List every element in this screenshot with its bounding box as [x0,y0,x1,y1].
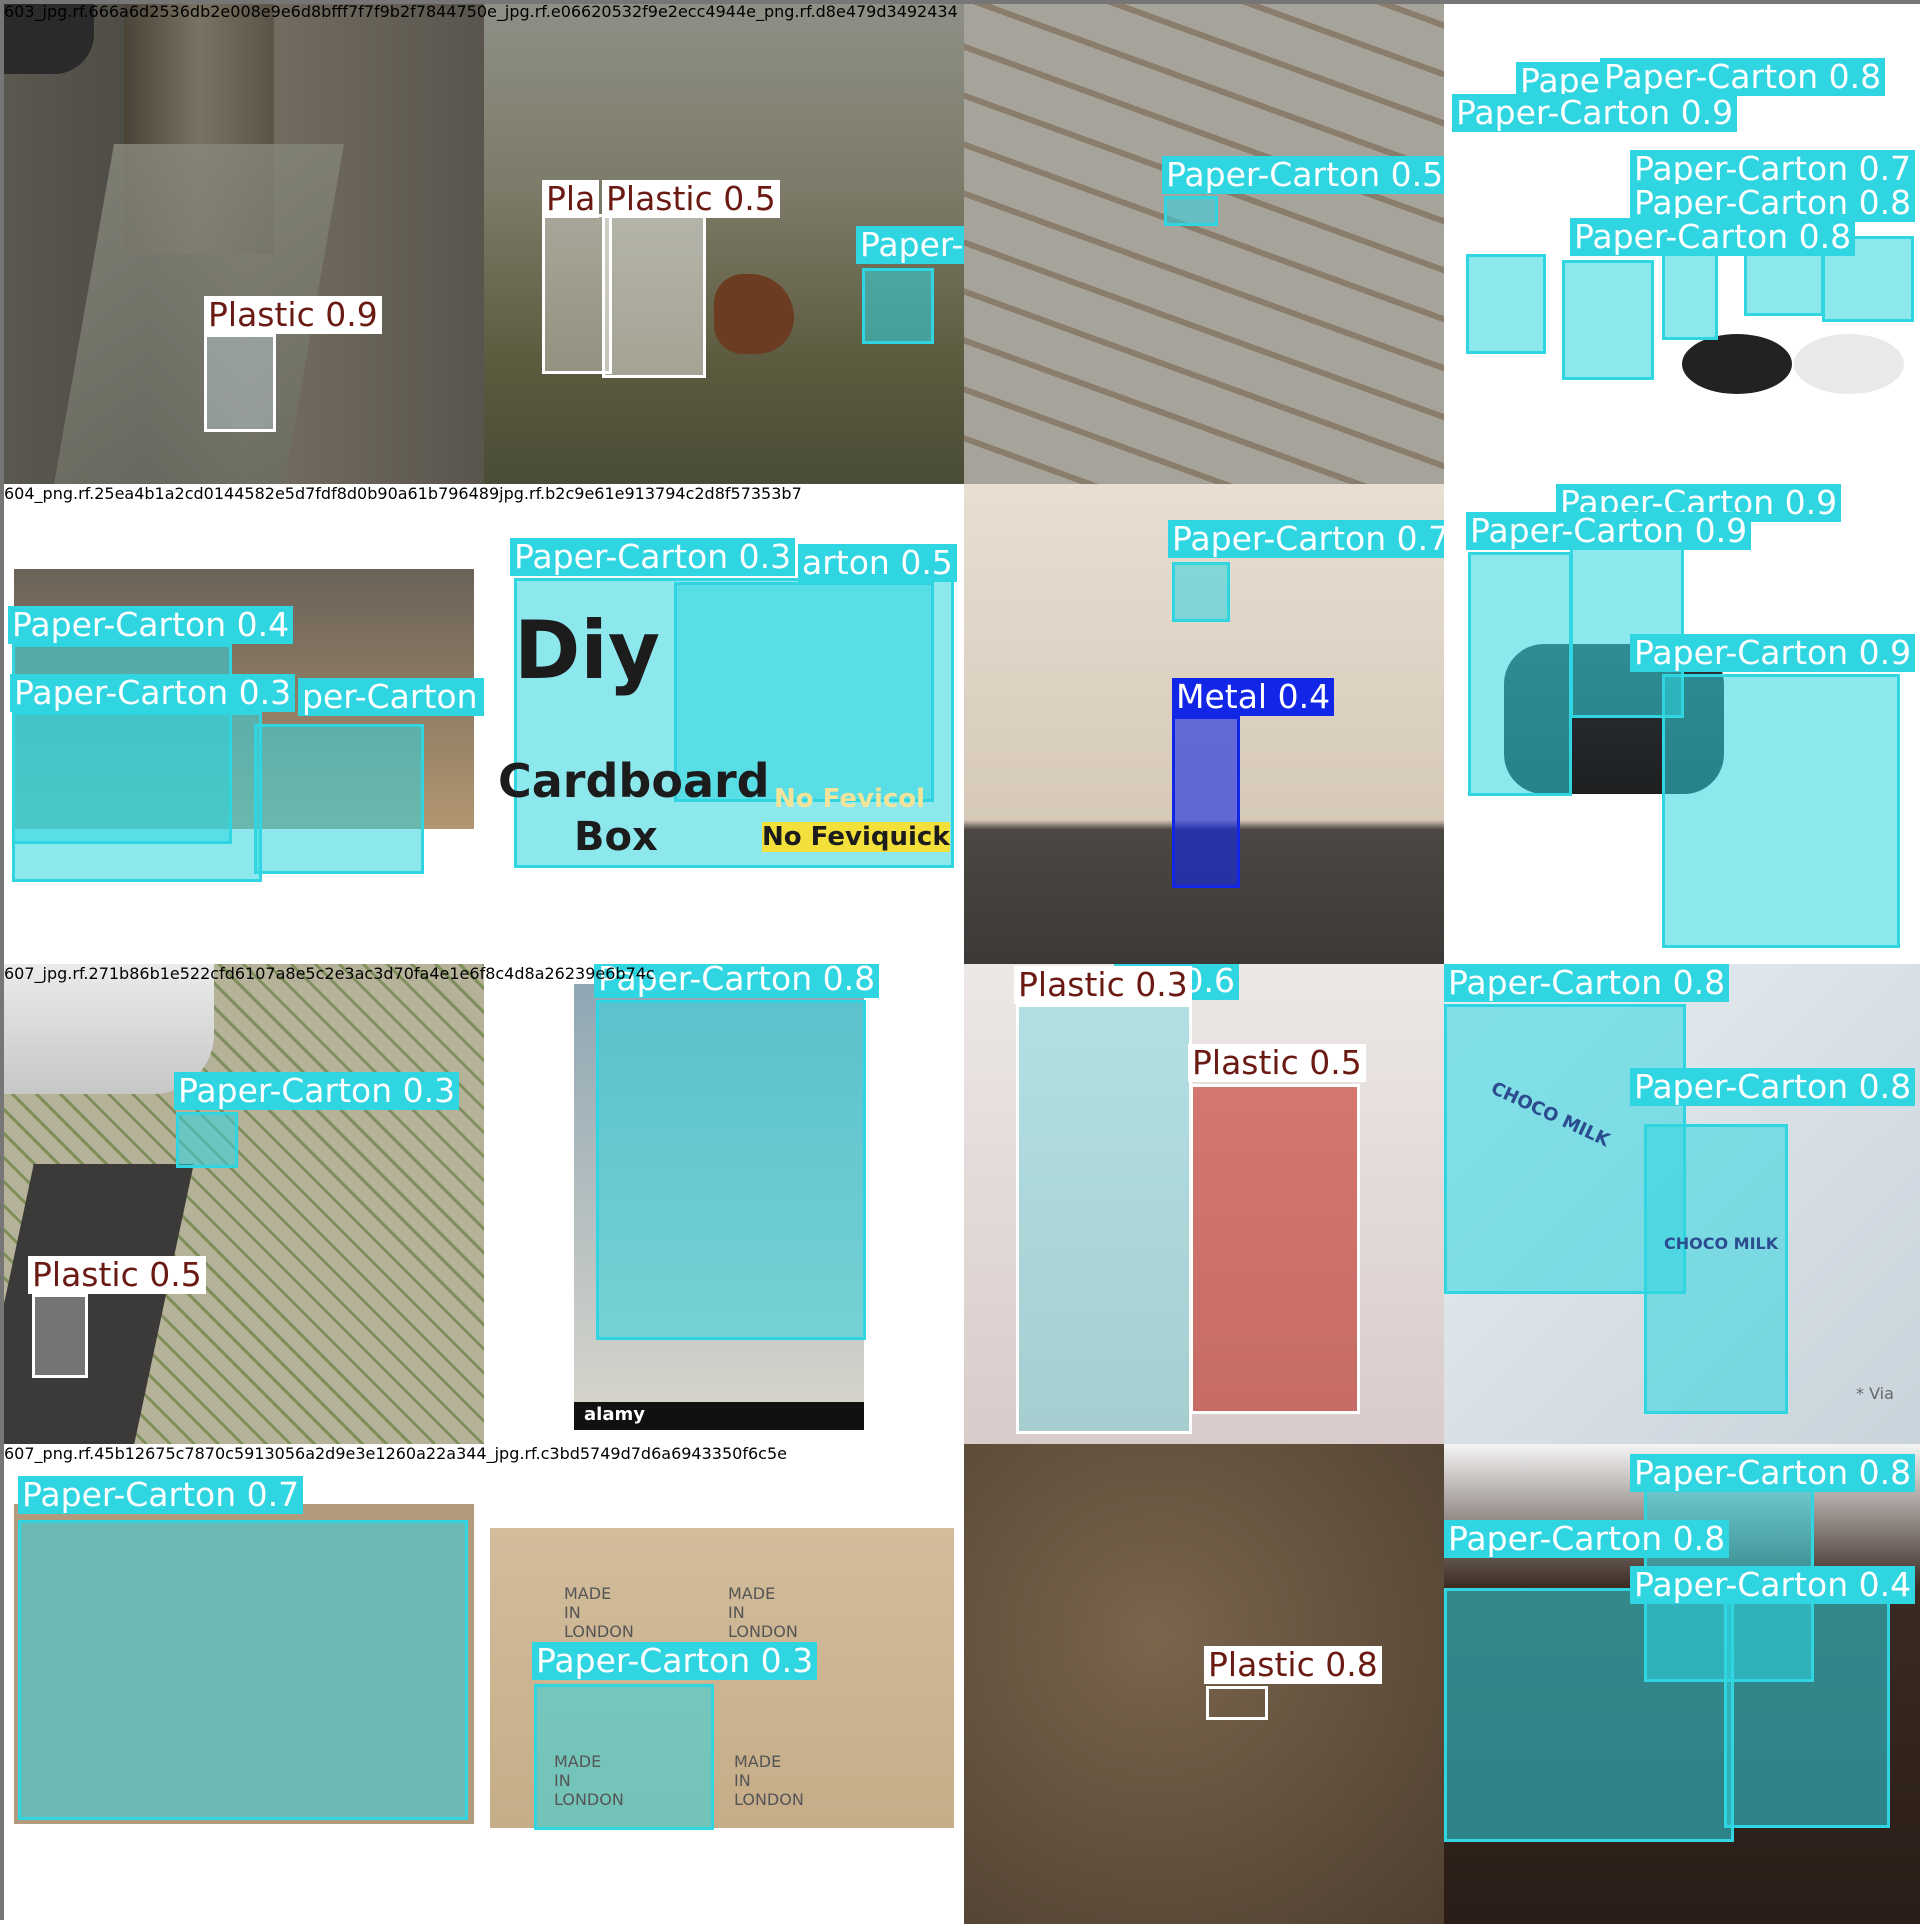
detection-label: Plastic 0.8 [1204,1646,1382,1684]
detection-label: per-Carton 0.8 [298,678,484,716]
detection-box-paper-carton [254,724,424,874]
detection-label: Paper-Carton 0.9 [1630,634,1916,672]
cup-lid-black [1682,334,1792,394]
carton-print: CHOCO MILK [1664,1234,1779,1253]
watermark-text: * Via [1856,1384,1894,1403]
detection-box-paper-carton [1172,562,1230,622]
detection-label: Metal 0.4 [1172,678,1335,716]
detection-label: Paper-Carton 0.9 [1466,512,1752,550]
photo-caption: Diy [514,604,660,697]
image-tile: Paper-Carton 0.4 Paper-Carton 0.3 per-Ca… [4,484,484,964]
filename-row-1: 603_jpg.rf.666a6d2536db2e008e9e6d8bfff7f… [4,2,958,21]
detection-label: Plastic 0.9 [204,296,382,334]
box-print: MADE IN LONDON [564,1584,634,1641]
photo-caption: No Fevicol [774,784,926,814]
detection-label: Plastic 0.5 [1188,1044,1366,1082]
detection-label: Paper-Carton 0.8 [1444,964,1730,1002]
watermark-text: alamy [584,1404,645,1425]
filename-text: 08e9e6d8bfff7f7f9b2f7844750e_jpg.rf.e066… [240,2,958,21]
detection-box-paper-carton [1164,196,1218,226]
detection-label: Paper-Carton 0.8 [1570,218,1856,256]
detection-box-paper-carton [1644,1124,1788,1414]
detection-label: Paper-Carton 0.3 [856,226,964,264]
image-tile: Plastic 0.8 [964,1444,1444,1924]
detection-label: Paper-Carton 0.4 [1630,1566,1916,1604]
photo-caption: Box [574,814,658,860]
filename-text: 603_jpg.rf.666a6d2536db2e0 [4,2,241,21]
detection-label: Plastic 0.5 [28,1256,206,1294]
detection-box-paper-carton [1468,552,1572,796]
filename-text: 604_png.rf.25ea4b1a2cd014 [4,484,235,503]
detection-label: arton 0.5 [798,544,957,582]
image-tile: CHOCO MILK CHOCO MILK * Via Paper-Carton… [1444,964,1920,1444]
filename-row-4: 607_png.rf.45b12675c7870c5913056a2d9e3e1… [4,1444,787,1463]
box-print: MADE IN LONDON [728,1584,798,1641]
detection-label: Paper-Carton 0.4 [8,606,294,644]
detection-box-paper-carton [18,1520,468,1820]
image-tile: Paper-Carton 0.8 Paper-Carton 0.8 Paper-… [1444,1444,1920,1924]
detection-label: Paper-Carton 0.3 [532,1642,818,1680]
detection-label: Plastic 0.3 [1014,966,1192,1004]
detection-label: Paper-Carton 0.5 [1162,156,1444,194]
detection-box-plastic [1190,1084,1360,1414]
filename-text: c5913056a2d9e3e1260a22a344_jpg.rf.c3bd57… [225,1444,787,1463]
detection-label: Paper-Carton 0.9 [1452,94,1738,132]
photo-stone-pavement [964,4,1444,484]
detection-box-paper-carton [862,268,934,344]
detection-box-paper-carton [1562,260,1654,380]
detection-box-paper-carton [12,712,262,882]
photo-sand [964,1444,1444,1924]
detection-label: Pla [542,180,600,218]
box-print: MADE IN LONDON [734,1752,804,1809]
filename-text: 607_png.rf.45b12675c7870 [4,1444,226,1463]
image-tile: Pape Paper-Carton 0.8 Paper-Carton 0.9 P… [1444,4,1920,484]
detection-label: Paper-Carton 0.7 [18,1476,304,1514]
detection-label: Paper-Carton 0.8 [1630,1068,1916,1106]
filename-text: 607_jpg.rf.271b86b1e522cfd [4,964,235,983]
detection-box-plastic [204,334,276,432]
image-tile: MADE IN LONDON MADE IN LONDON MADE IN LO… [484,1444,964,1924]
photo-caption: Cardboard [498,754,770,808]
image-tile: alamy Paper-Carton 0.8 [484,964,964,1444]
detection-box-metal [1172,716,1240,888]
detection-box-plastic [32,1294,88,1378]
detection-box-plastic [1206,1686,1268,1720]
detection-label: Paper-Carton 0.3 [10,674,296,712]
image-tile: Pla Plastic 0.5 Paper-Carton 0.3 [484,4,964,484]
filename-text: 4582e5d7fdf8d0b90a61b796489jpg.rf.b2c9e6… [234,484,802,503]
detection-label: Paper-Carton 0.8 [1630,1454,1916,1492]
image-tile: ton 0.6 Plastic 0.3 Plastic 0.5 [964,964,1444,1444]
image-tile: Paper-Carton 0.3 Plastic 0.5 [4,964,484,1444]
detection-box-paper-carton [1466,254,1546,354]
filename-text: 6107a8e5c2e3ac3d70fa4e1e6f8c4d8a26239e6b… [234,964,655,983]
image-tile: Plastic 0.9 [4,4,484,484]
detection-box-plastic [1016,1004,1192,1434]
image-tile: Paper-Carton 0.9 Paper-Carton 0.9 Paper-… [1444,484,1920,964]
image-tile: Paper-Carton 0.7 [4,1444,484,1924]
cup-lid-white [1794,334,1904,394]
image-tile: Diy Cardboard Box No Fevicol No Feviquic… [484,484,964,964]
photo-caption: No Feviquick [762,822,950,852]
detection-label: Paper-Carton 0.3 [174,1072,460,1110]
image-tile: Paper-Carton 0.5 [964,4,1444,484]
detection-label: Plastic 0.5 [602,180,780,218]
box-print: MADE IN LONDON [554,1752,624,1809]
detection-label: Paper-Carton 0.8 [1444,1520,1730,1558]
detection-box-paper-carton [1444,1588,1734,1842]
image-tile: Paper-Carton 0.7 Metal 0.4 [964,484,1444,964]
detection-label: Paper-Carton 0.3 [510,538,796,576]
detection-label: Paper-Carton 0.7 [1168,520,1444,558]
filename-row-3: 607_jpg.rf.271b86b1e522cfd6107a8e5c2e3ac… [4,964,655,983]
detection-box-plastic [602,214,706,378]
filename-row-2: 604_png.rf.25ea4b1a2cd0144582e5d7fdf8d0b… [4,484,802,503]
detection-label: Paper-Carton 0.8 [1600,58,1886,96]
detection-results-grid: Plastic 0.9 Pla Plastic 0.5 Paper-Carton… [0,0,1920,1924]
detection-box-paper-carton [1724,1588,1890,1828]
detection-box-paper-carton [1662,674,1900,948]
detection-box-paper-carton [596,1000,866,1340]
detection-box-paper-carton [176,1112,238,1168]
